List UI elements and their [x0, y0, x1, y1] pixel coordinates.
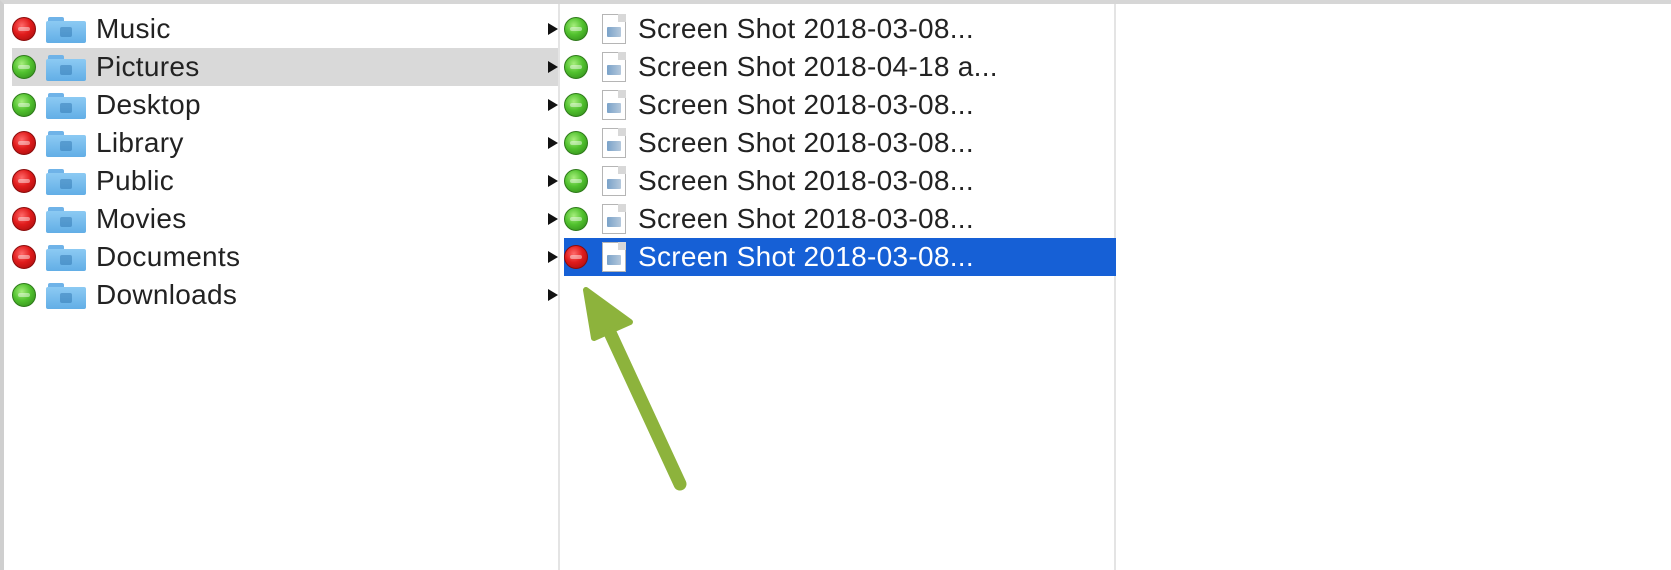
disclosure-arrow-icon[interactable]: [548, 289, 558, 301]
folder-icon: [46, 281, 86, 309]
folder-label: Music: [96, 13, 171, 44]
disclosure-arrow-icon[interactable]: [548, 175, 558, 187]
file-row[interactable]: Screen Shot 2018-03-08...: [564, 10, 1116, 48]
folder-row-public[interactable]: Public: [12, 162, 558, 200]
folder-icon: [46, 53, 86, 81]
status-green-icon: [564, 169, 588, 193]
file-row[interactable]: Screen Shot 2018-03-08...: [564, 124, 1116, 162]
folder-column: Music Pictures Desktop Library Public Mo…: [4, 4, 560, 570]
folder-label: Desktop: [96, 89, 201, 120]
status-green-icon: [12, 283, 36, 307]
disclosure-arrow-icon[interactable]: [548, 61, 558, 73]
folder-label: Pictures: [96, 51, 200, 82]
file-row-selected[interactable]: Screen Shot 2018-03-08...: [564, 238, 1116, 276]
file-column: Screen Shot 2018-03-08... Screen Shot 20…: [562, 4, 1116, 570]
image-file-icon: [602, 52, 626, 82]
file-row[interactable]: Screen Shot 2018-03-08...: [564, 162, 1116, 200]
folder-icon: [46, 15, 86, 43]
status-green-icon: [564, 207, 588, 231]
image-file-icon: [602, 14, 626, 44]
image-file-icon: [602, 166, 626, 196]
status-red-icon: [12, 169, 36, 193]
folder-icon: [46, 243, 86, 271]
folder-row-downloads[interactable]: Downloads: [12, 276, 558, 314]
folder-label: Downloads: [96, 279, 238, 310]
folder-row-desktop[interactable]: Desktop: [12, 86, 558, 124]
file-label: Screen Shot 2018-04-18 a...: [638, 51, 998, 82]
file-label: Screen Shot 2018-03-08...: [638, 203, 974, 234]
file-label: Screen Shot 2018-03-08...: [638, 241, 974, 272]
disclosure-arrow-icon[interactable]: [548, 99, 558, 111]
folder-label: Library: [96, 127, 184, 158]
file-label: Screen Shot 2018-03-08...: [638, 89, 974, 120]
image-file-icon: [602, 242, 626, 272]
folder-label: Public: [96, 165, 175, 196]
status-green-icon: [564, 17, 588, 41]
file-row[interactable]: Screen Shot 2018-04-18 a...: [564, 48, 1116, 86]
status-green-icon: [564, 93, 588, 117]
status-green-icon: [12, 55, 36, 79]
folder-label: Documents: [96, 241, 241, 272]
folder-icon: [46, 91, 86, 119]
folder-icon: [46, 129, 86, 157]
empty-column: [1118, 4, 1671, 570]
folder-label: Movies: [96, 203, 187, 234]
file-label: Screen Shot 2018-03-08...: [638, 127, 974, 158]
disclosure-arrow-icon[interactable]: [548, 137, 558, 149]
status-red-icon: [12, 207, 36, 231]
status-green-icon: [564, 55, 588, 79]
file-row[interactable]: Screen Shot 2018-03-08...: [564, 86, 1116, 124]
status-green-icon: [564, 131, 588, 155]
folder-row-pictures[interactable]: Pictures: [12, 48, 558, 86]
status-green-icon: [12, 93, 36, 117]
image-file-icon: [602, 90, 626, 120]
folder-icon: [46, 167, 86, 195]
folder-row-documents[interactable]: Documents: [12, 238, 558, 276]
file-row[interactable]: Screen Shot 2018-03-08...: [564, 200, 1116, 238]
image-file-icon: [602, 204, 626, 234]
folder-icon: [46, 205, 86, 233]
status-red-icon: [12, 131, 36, 155]
file-label: Screen Shot 2018-03-08...: [638, 13, 974, 44]
column-browser: Music Pictures Desktop Library Public Mo…: [0, 0, 1671, 570]
image-file-icon: [602, 128, 626, 158]
folder-row-library[interactable]: Library: [12, 124, 558, 162]
folder-row-music[interactable]: Music: [12, 10, 558, 48]
disclosure-arrow-icon[interactable]: [548, 213, 558, 225]
file-label: Screen Shot 2018-03-08...: [638, 165, 974, 196]
status-red-icon: [564, 245, 588, 269]
folder-row-movies[interactable]: Movies: [12, 200, 558, 238]
status-red-icon: [12, 245, 36, 269]
disclosure-arrow-icon[interactable]: [548, 251, 558, 263]
status-red-icon: [12, 17, 36, 41]
disclosure-arrow-icon[interactable]: [548, 23, 558, 35]
